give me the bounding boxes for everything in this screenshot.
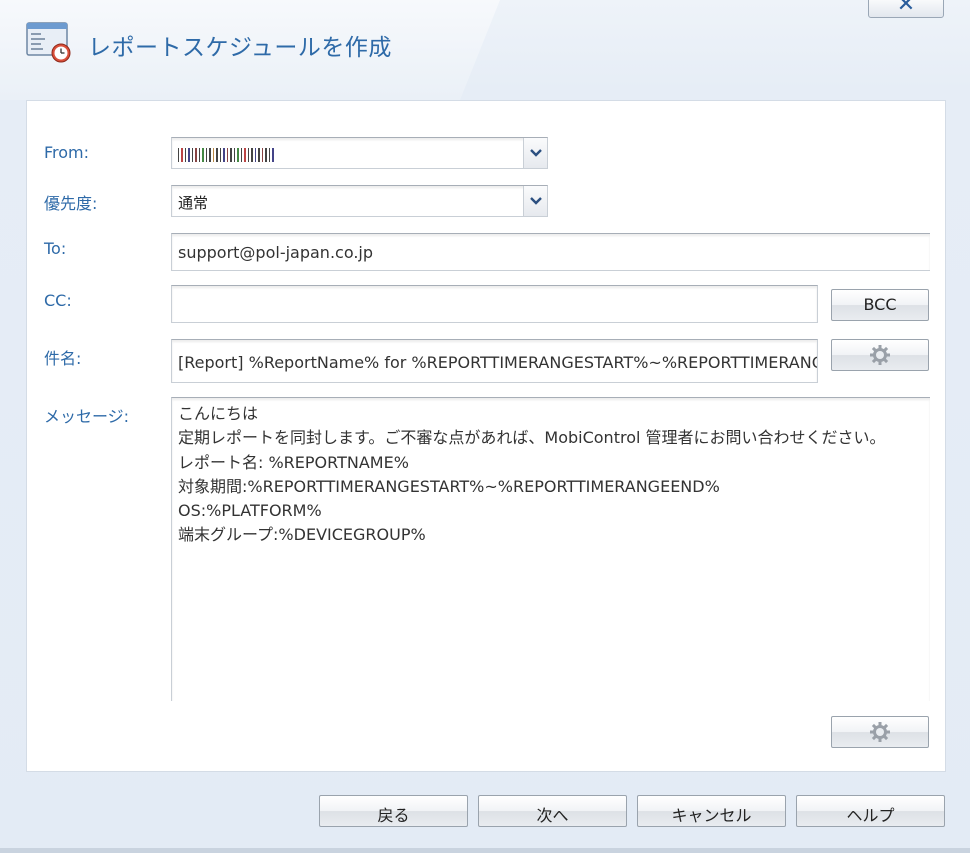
message-line: 端末グループ:%DEVICEGROUP% [178,525,426,545]
from-value-redacted [178,148,274,162]
message-label: メッセージ: [44,407,130,426]
create-report-schedule-dialog: レポートスケジュールを作成 ✕ From: 優先度: 通常 To: suppor… [0,0,970,853]
priority-dropdown-button[interactable] [523,186,547,216]
close-icon: ✕ [896,0,916,17]
message-line: レポート名: %REPORTNAME% [178,452,409,472]
dialog-title: レポートスケジュールを作成 [88,35,392,61]
bottom-border [0,848,970,853]
cc-input[interactable] [171,285,818,323]
cancel-button[interactable]: キャンセル [637,795,786,827]
to-value: support@pol-japan.co.jp [178,243,374,262]
from-select[interactable] [171,137,548,169]
subject-macro-button[interactable] [831,339,929,371]
message-textarea[interactable]: こんにちは 定期レポートを同封します。ご不審な点があれば、MobiControl… [171,397,930,701]
to-input[interactable]: support@pol-japan.co.jp [171,233,930,271]
help-button[interactable]: ヘルプ [796,795,945,827]
gear-icon [870,345,890,365]
bcc-button[interactable]: BCC [831,289,929,321]
subject-label: 件名: [44,349,82,368]
dialog-title-bar: レポートスケジュールを作成 ✕ [0,0,970,100]
from-dropdown-button[interactable] [523,138,547,168]
message-line: こんにちは [178,404,259,423]
message-macro-button[interactable] [831,716,929,748]
priority-value: 通常 [178,194,209,212]
chevron-down-icon [530,149,542,157]
close-button[interactable]: ✕ [868,0,944,18]
message-line: 定期レポートを同封します。ご不審な点があれば、MobiControl 管理者にお… [178,428,886,448]
message-line: OS:%PLATFORM% [178,501,322,521]
priority-label: 優先度: [44,194,98,213]
from-label: From: [44,143,90,162]
subject-value: [Report] %ReportName% for %REPORTTIMERAN… [178,353,818,372]
to-label: To: [44,239,67,258]
chevron-down-icon [530,197,542,205]
report-schedule-icon [26,22,72,64]
next-button[interactable]: 次へ [478,795,627,827]
gear-icon [870,722,890,742]
back-button[interactable]: 戻る [319,795,468,827]
cc-label: CC: [44,291,72,310]
message-line: 対象期間:%REPORTTIMERANGESTART%~%REPORTTIMER… [178,476,720,496]
subject-input[interactable]: [Report] %ReportName% for %REPORTTIMERAN… [171,339,818,383]
priority-select[interactable]: 通常 [171,185,548,217]
